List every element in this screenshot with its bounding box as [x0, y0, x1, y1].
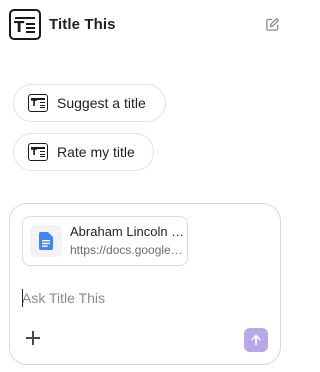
new-chat-button[interactable]	[263, 15, 281, 33]
title-this-logo-icon: T	[28, 143, 48, 161]
app-title: Title This	[49, 15, 116, 33]
message-input[interactable]	[22, 288, 262, 308]
attachment-url: https://docs.google.com/document	[70, 243, 186, 257]
attachment-title: Abraham Lincoln Biography	[70, 224, 186, 239]
title-this-panel: T Title This T Suggest a title T Rate my…	[0, 0, 289, 372]
send-button[interactable]	[244, 328, 268, 352]
message-composer: Abraham Lincoln Biography https://docs.g…	[9, 203, 281, 365]
arrow-up-icon	[251, 334, 261, 346]
suggestion-label: Suggest a title	[57, 95, 146, 111]
title-this-logo-icon: T	[9, 8, 41, 40]
suggestion-chip-suggest-title[interactable]: T Suggest a title	[13, 84, 166, 122]
suggestion-chip-rate-title[interactable]: T Rate my title	[13, 133, 154, 171]
attachment-card[interactable]: Abraham Lincoln Biography https://docs.g…	[22, 216, 188, 266]
suggestion-label: Rate my title	[57, 144, 135, 160]
text-cursor	[22, 289, 23, 307]
google-docs-icon	[30, 225, 62, 257]
header: T Title This	[9, 8, 281, 40]
title-this-logo-icon: T	[28, 94, 48, 112]
edit-square-icon	[265, 17, 279, 31]
add-attachment-button[interactable]	[25, 330, 41, 346]
